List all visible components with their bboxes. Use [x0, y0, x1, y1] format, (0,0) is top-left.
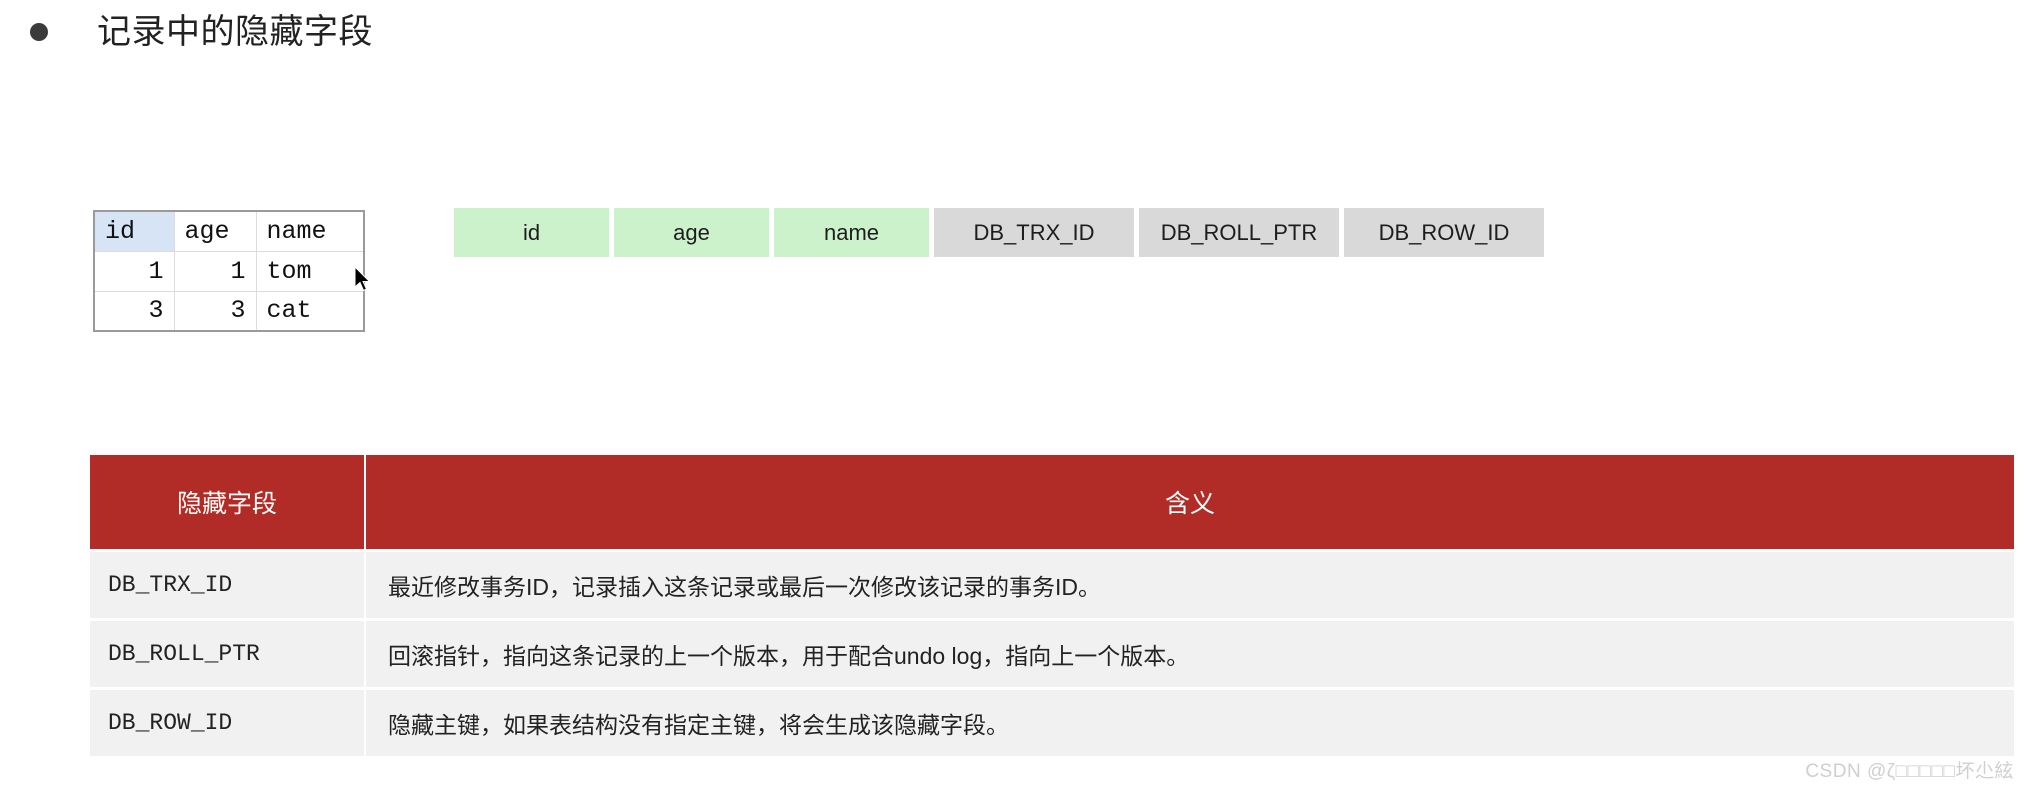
- cell-field-meaning: 隐藏主键，如果表结构没有指定主键，将会生成该隐藏字段。: [366, 690, 2014, 756]
- cell-id: 1: [93, 250, 175, 292]
- table-row: DB_ROLL_PTR 回滚指针，指向这条记录的上一个版本，用于配合undo l…: [90, 621, 2014, 687]
- cell-field-name: DB_ROLL_PTR: [90, 621, 364, 687]
- table-row: DB_ROW_ID 隐藏主键，如果表结构没有指定主键，将会生成该隐藏字段。: [90, 690, 2014, 756]
- header-meaning: 含义: [366, 455, 2014, 549]
- cell-name: cat: [255, 290, 365, 332]
- cell-age: 3: [173, 290, 257, 332]
- table-row[interactable]: 3 3 cat: [93, 290, 365, 332]
- table-row: DB_TRX_ID 最近修改事务ID，记录插入这条记录或最后一次修改该记录的事务…: [90, 552, 2014, 618]
- column-header-name[interactable]: name: [255, 210, 365, 252]
- cell-field-meaning: 最近修改事务ID，记录插入这条记录或最后一次修改该记录的事务ID。: [366, 552, 2014, 618]
- hidden-fields-meaning-table: 隐藏字段 含义 DB_TRX_ID 最近修改事务ID，记录插入这条记录或最后一次…: [88, 452, 2016, 759]
- meaning-table-header-row: 隐藏字段 含义: [90, 455, 2014, 549]
- page-title: 记录中的隐藏字段: [97, 13, 373, 51]
- cell-name: tom: [255, 250, 365, 292]
- field-box-age: age: [614, 208, 769, 257]
- cell-age: 1: [173, 250, 257, 292]
- column-header-id[interactable]: id: [93, 210, 175, 252]
- field-box-db-row-id: DB_ROW_ID: [1344, 208, 1544, 257]
- cell-id: 3: [93, 290, 175, 332]
- cell-field-meaning: 回滚指针，指向这条记录的上一个版本，用于配合undo log，指向上一个版本。: [366, 621, 2014, 687]
- field-box-db-roll-ptr: DB_ROLL_PTR: [1139, 208, 1339, 257]
- slide-heading: 记录中的隐藏字段: [0, 12, 373, 53]
- cell-field-name: DB_ROW_ID: [90, 690, 364, 756]
- record-fields-strip: id age name DB_TRX_ID DB_ROLL_PTR DB_ROW…: [454, 208, 1544, 257]
- header-hidden-field: 隐藏字段: [90, 455, 364, 549]
- table-row[interactable]: 1 1 tom: [93, 250, 365, 292]
- column-header-age[interactable]: age: [173, 210, 257, 252]
- cell-field-name: DB_TRX_ID: [90, 552, 364, 618]
- watermark: CSDN @ζ□□□□□坏尐絃: [1805, 761, 2014, 782]
- bullet-dot-icon: [30, 23, 48, 42]
- record-grid-header-row: id age name: [93, 210, 365, 252]
- field-box-id: id: [454, 208, 609, 257]
- field-box-db-trx-id: DB_TRX_ID: [934, 208, 1134, 257]
- record-grid-table: id age name 1 1 tom 3 3 cat: [93, 210, 365, 332]
- field-box-name: name: [774, 208, 929, 257]
